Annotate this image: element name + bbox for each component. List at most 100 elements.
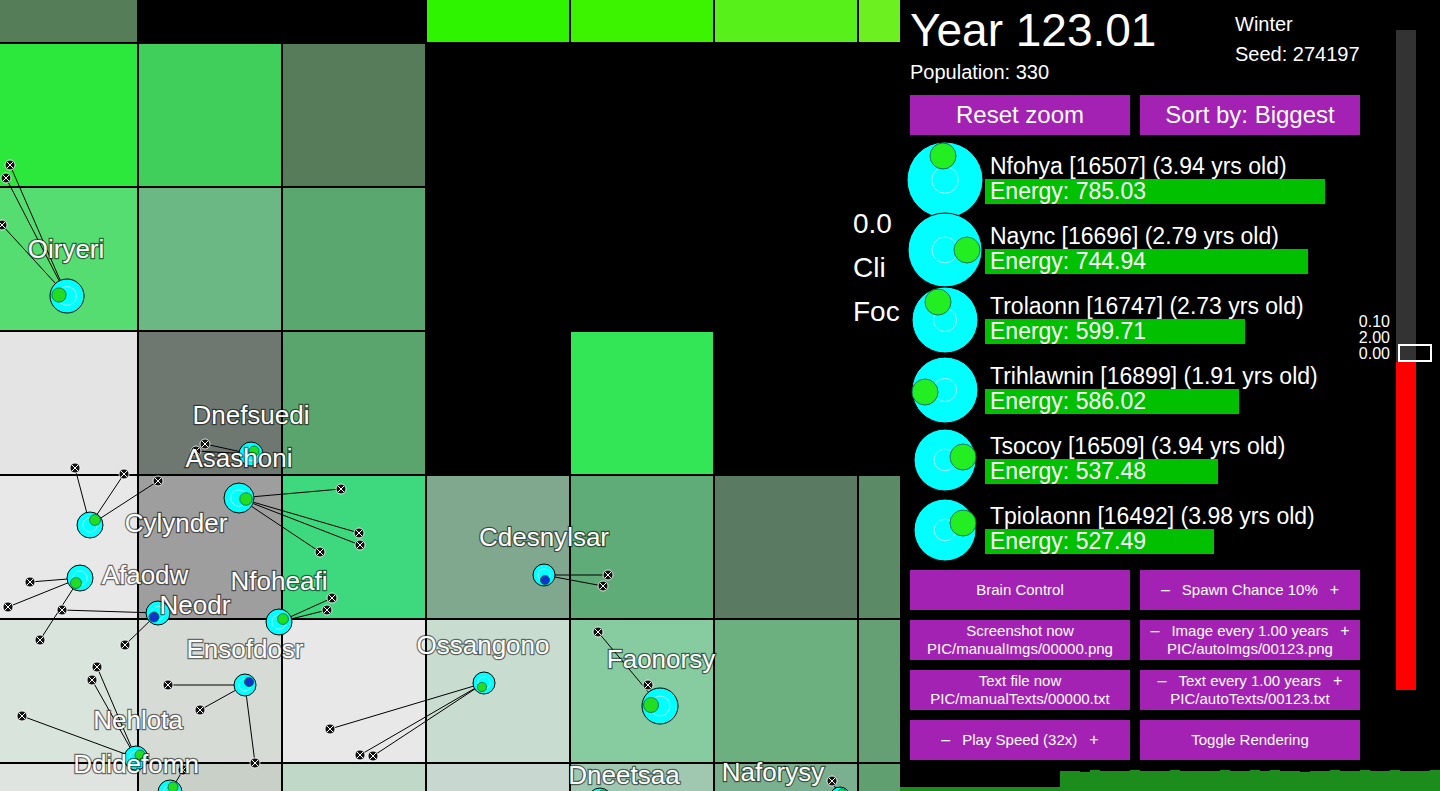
sensor-icon — [593, 627, 603, 637]
control-button[interactable]: – Play Speed (32x) + — [910, 720, 1130, 760]
chart-bar — [1280, 771, 1290, 791]
world-map[interactable]: OiryeriDnefsuediAsashoniCylynderAfaodwNe… — [0, 0, 900, 791]
chart-bar — [1010, 787, 1020, 791]
increase-button[interactable]: + — [1340, 622, 1349, 640]
chart-bar — [1080, 772, 1090, 791]
chart-bar — [1370, 771, 1380, 791]
map-tile — [715, 0, 857, 42]
creature-icon[interactable] — [77, 512, 103, 538]
sensor-icon — [643, 680, 653, 690]
chart-bar — [1130, 770, 1140, 791]
info-label: Cli — [853, 246, 900, 290]
control-button[interactable]: – Image every 1.00 years + PIC/autoImgs/… — [1140, 620, 1360, 660]
chart-bar — [1260, 771, 1270, 791]
creature-icon[interactable] — [266, 609, 292, 635]
population-count: Population: 330 — [910, 60, 1235, 84]
map-tile — [139, 44, 281, 186]
increase-button[interactable]: + — [1089, 731, 1098, 749]
button-path: PIC/autoImgs/00123.png — [1167, 640, 1333, 658]
creature-list-item[interactable]: Trolaonn [16747] (2.73 yrs old) Energy: … — [905, 285, 1360, 355]
chart-bar — [1070, 771, 1080, 791]
chart-bar — [1000, 787, 1010, 791]
decrease-button[interactable]: – — [1161, 581, 1170, 599]
chart-bar — [1270, 770, 1280, 791]
temperature-slider[interactable]: 0.102.000.00 — [1376, 0, 1440, 766]
creature-list-item[interactable]: Trihlawnin [16899] (1.91 yrs old) Energy… — [905, 355, 1360, 425]
energy-bar: Energy: 586.02 — [985, 389, 1360, 414]
slider-label: 0.10 — [1359, 314, 1390, 330]
sensor-icon — [119, 469, 129, 479]
creature-list-item[interactable]: Nfohya [16507] (3.94 yrs old) Energy: 78… — [905, 145, 1360, 215]
control-button[interactable]: Screenshot now PIC/manualImgs/00000.png — [910, 620, 1130, 660]
map-tile — [859, 476, 900, 618]
map-tile — [283, 476, 425, 618]
creature-list-item[interactable]: Tpiolaonn [16492] (3.98 yrs old) Energy:… — [905, 495, 1360, 565]
map-tile — [0, 332, 137, 474]
creature-name: Naync [16696] (2.79 yrs old) — [985, 223, 1360, 249]
creature-name: Tpiolaonn [16492] (3.98 yrs old) — [985, 503, 1360, 529]
creature-icon[interactable] — [642, 688, 678, 724]
chart-bar — [1060, 771, 1070, 791]
slider-track[interactable]: 0.102.000.00 — [1396, 30, 1416, 690]
creature-icon[interactable] — [830, 787, 850, 791]
creature-label: Dneetsaa — [568, 760, 680, 790]
control-button[interactable]: Toggle Rendering — [1140, 720, 1360, 760]
chart-bar — [1140, 771, 1150, 791]
creature-icon[interactable] — [473, 672, 495, 694]
top-button[interactable]: Sort by: Biggest — [1140, 95, 1360, 135]
creature-icon[interactable] — [224, 483, 254, 513]
side-panel: Year 123.01 Population: 330 Winter Seed:… — [900, 0, 1440, 791]
sensor-icon — [827, 776, 837, 786]
chart-bar — [1100, 771, 1110, 791]
increase-button[interactable]: + — [1333, 672, 1342, 690]
control-button[interactable]: Brain Control — [910, 570, 1130, 610]
button-label: Brain Control — [976, 581, 1064, 599]
sensor-icon — [368, 751, 378, 761]
creature-name: Trolaonn [16747] (2.73 yrs old) — [985, 293, 1360, 319]
map-tile — [859, 0, 900, 42]
increase-button[interactable]: + — [1330, 581, 1339, 599]
control-button[interactable]: Text file now PIC/manualTexts/00000.txt — [910, 670, 1130, 710]
year-title: Year 123.01 — [910, 4, 1235, 56]
sensor-icon — [17, 711, 27, 721]
creature-label: Cdesnylsar — [479, 522, 609, 552]
sensor-line — [245, 685, 255, 763]
decrease-button[interactable]: – — [941, 731, 950, 749]
map-tile — [283, 44, 425, 186]
map-tile — [0, 620, 137, 762]
slider-label: 2.00 — [1359, 330, 1390, 346]
creature-list-item[interactable]: Tsocoy [16509] (3.94 yrs old) Energy: 53… — [905, 425, 1360, 495]
map-tile — [283, 620, 425, 762]
creature-icon[interactable] — [67, 565, 93, 591]
control-button[interactable]: – Spawn Chance 10% + — [1140, 570, 1360, 610]
map-tile — [427, 332, 569, 474]
creature-icon[interactable] — [533, 564, 555, 586]
tile-grid — [0, 0, 900, 791]
chart-bar — [1380, 771, 1390, 791]
top-button[interactable]: Reset zoom — [910, 95, 1130, 135]
map-tile — [571, 0, 713, 42]
slider-fill — [1396, 362, 1416, 690]
map-tile — [859, 764, 900, 791]
chart-bar — [1390, 770, 1400, 791]
creature-label: Afaodw — [102, 560, 189, 590]
decrease-button[interactable]: – — [1151, 622, 1160, 640]
creature-list: Nfohya [16507] (3.94 yrs old) Energy: 78… — [905, 145, 1360, 565]
sensor-icon — [1, 173, 11, 183]
control-button[interactable]: – Text every 1.00 years + PIC/autoTexts/… — [1140, 670, 1360, 710]
creature-name: Nfohya [16507] (3.94 yrs old) — [985, 153, 1360, 179]
decrease-button[interactable]: – — [1158, 672, 1167, 690]
chart-bar — [910, 787, 920, 791]
creature-icon[interactable] — [50, 279, 84, 313]
creature-list-item[interactable]: Naync [16696] (2.79 yrs old) Energy: 744… — [905, 215, 1360, 285]
creature-icon — [905, 355, 985, 425]
button-path: PIC/manualImgs/00000.png — [927, 640, 1113, 658]
sensor-icon — [327, 593, 337, 603]
creature-icon[interactable] — [158, 780, 182, 791]
chart-bar — [1330, 770, 1340, 791]
chart-bar — [930, 787, 940, 791]
map-tile — [139, 188, 281, 330]
chart-bar — [950, 787, 960, 791]
creature-icon[interactable] — [234, 674, 256, 696]
slider-handle[interactable] — [1398, 344, 1432, 362]
